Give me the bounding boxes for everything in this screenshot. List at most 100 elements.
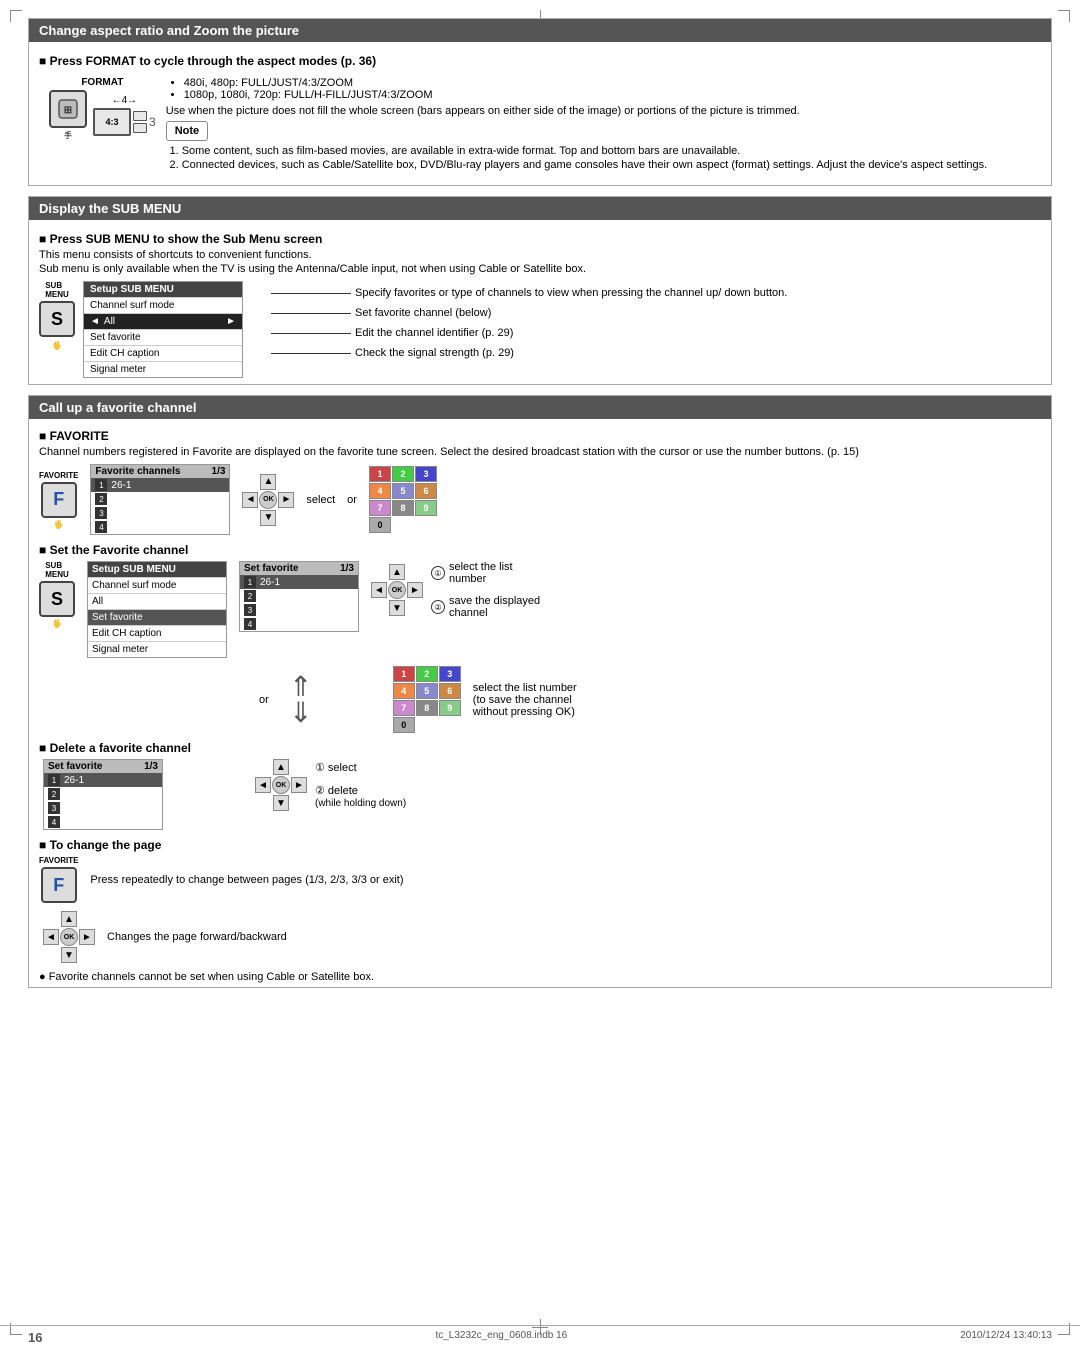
num-8[interactable]: 8 bbox=[392, 500, 414, 516]
menu-table: Setup SUB MENU Channel surf mode ◄ All ►… bbox=[83, 281, 243, 378]
dpad-down[interactable]: ▼ bbox=[260, 510, 276, 526]
aspect-section-header: Change aspect ratio and Zoom the picture bbox=[29, 19, 1051, 42]
set-fav-row-surf: Channel surf mode bbox=[88, 577, 226, 593]
submenu-title: Display the SUB MENU bbox=[39, 201, 181, 216]
set-fav-sub-label: SUBMENU bbox=[45, 561, 69, 579]
delete-fav-screen: Set favorite 1/3 1 26-1 2 3 bbox=[43, 759, 163, 830]
change-dpad-right[interactable]: ► bbox=[79, 929, 95, 945]
note-box: Note bbox=[166, 121, 208, 141]
set-fav-dpad-left[interactable]: ◄ bbox=[371, 582, 387, 598]
set-fav-val-1: 26-1 bbox=[260, 577, 280, 588]
aspect-content: FORMAT ⊞ 手 bbox=[39, 71, 1041, 179]
numpad-row3: 7 8 9 bbox=[369, 500, 437, 516]
submenu-section: Display the SUB MENU Press SUB MENU to s… bbox=[28, 196, 1052, 385]
menu-row-all: ◄ All ► bbox=[84, 313, 242, 329]
tv-screen-small-2 bbox=[133, 123, 147, 133]
footer-date: 2010/12/24 13:40:13 bbox=[960, 1330, 1052, 1345]
num2-7[interactable]: 7 bbox=[393, 700, 415, 716]
delete-dpad-left[interactable]: ◄ bbox=[255, 777, 271, 793]
set-fav-dpad-right[interactable]: ► bbox=[407, 582, 423, 598]
change-dpad-left[interactable]: ◄ bbox=[43, 929, 59, 945]
set-fav-screen-row-2: 2 bbox=[240, 589, 358, 603]
sub-label: SUBMENU bbox=[45, 281, 69, 299]
aspect-bullets: 480i, 480p: FULL/JUST/4:3/ZOOM 1080p, 10… bbox=[166, 77, 1031, 101]
num2-3[interactable]: 3 bbox=[439, 666, 461, 682]
set-fav-screen: Set favorite 1/3 1 26-1 2 3 bbox=[239, 561, 359, 632]
delete-row-3: 3 bbox=[44, 801, 162, 815]
change-page-desc: Press repeatedly to change between pages… bbox=[90, 874, 403, 886]
set-fav-num-4: 4 bbox=[244, 618, 256, 630]
change-page-title: ■ To change the page bbox=[39, 838, 1041, 852]
fav-diagram-row: FAVORITE F 🖐 Favorite channels 1/3 1 26-… bbox=[39, 464, 1041, 535]
delete-row-1: 1 26-1 bbox=[44, 773, 162, 787]
num-7[interactable]: 7 bbox=[369, 500, 391, 516]
set-fav-dpad-ok[interactable]: OK bbox=[388, 581, 406, 599]
num2-5[interactable]: 5 bbox=[416, 683, 438, 699]
delete-dpad-down[interactable]: ▼ bbox=[273, 795, 289, 811]
delete-num-4: 4 bbox=[48, 816, 60, 828]
num-6[interactable]: 6 bbox=[415, 483, 437, 499]
dpad-fav: ▲ ▼ ◄ ► OK bbox=[242, 474, 294, 526]
dpad-right[interactable]: ► bbox=[278, 492, 294, 508]
num-9[interactable]: 9 bbox=[415, 500, 437, 516]
delete-step-1-text: ① select bbox=[315, 761, 357, 774]
change-dpad-ok[interactable]: OK bbox=[60, 928, 78, 946]
fav-ch-row-2: 2 bbox=[91, 492, 229, 506]
set-fav-dpad-up[interactable]: ▲ bbox=[389, 564, 405, 580]
num2-8[interactable]: 8 bbox=[416, 700, 438, 716]
menu-table-container: Setup SUB MENU Channel surf mode ◄ All ►… bbox=[83, 281, 263, 378]
page: Change aspect ratio and Zoom the picture… bbox=[0, 0, 1080, 1353]
fav-desc: Channel numbers registered in Favorite a… bbox=[39, 446, 1041, 458]
num2-0[interactable]: 0 bbox=[393, 717, 415, 733]
fav-screen-page: 1/3 bbox=[212, 466, 226, 477]
format-remote-label: 手 bbox=[64, 130, 72, 141]
submenu-inner: Press SUB MENU to show the Sub Menu scre… bbox=[29, 226, 1051, 384]
set-fav-row: SUBMENU S 🖐 Setup SUB MENU Channel surf … bbox=[39, 561, 1041, 658]
menu-arrow-left: ◄ bbox=[90, 316, 100, 327]
screen-label: 4:3 bbox=[105, 117, 118, 127]
fav-ch-num-1: 1 bbox=[95, 479, 107, 491]
num2-1[interactable]: 1 bbox=[393, 666, 415, 682]
favorite-content: ■ FAVORITE Channel numbers registered in… bbox=[29, 425, 1051, 987]
svg-text:⊞: ⊞ bbox=[64, 105, 72, 116]
delete-dpad-ok[interactable]: OK bbox=[272, 776, 290, 794]
num-5[interactable]: 5 bbox=[392, 483, 414, 499]
num-4[interactable]: 4 bbox=[369, 483, 391, 499]
numpad-row1: 1 2 3 bbox=[369, 466, 437, 482]
set-fav-dpad: ▲ ▼ ◄ ► OK bbox=[371, 564, 423, 616]
num-2[interactable]: 2 bbox=[392, 466, 414, 482]
num-3[interactable]: 3 bbox=[415, 466, 437, 482]
submenu-content: SUBMENU S 🖐 Setup SUB MENU Channel surf … bbox=[39, 281, 1041, 378]
menu-row-setfav: Set favorite bbox=[84, 329, 242, 345]
set-fav-step-1: ① select the listnumber bbox=[431, 561, 540, 585]
num2-2[interactable]: 2 bbox=[416, 666, 438, 682]
bullet-note: Favorite channels cannot be set when usi… bbox=[39, 971, 1041, 983]
num2-6[interactable]: 6 bbox=[439, 683, 461, 699]
set-fav-dpad-down[interactable]: ▼ bbox=[389, 600, 405, 616]
menu-desc-3: Edit the channel identifier (p. 29) bbox=[271, 327, 1041, 339]
numpad-fav: 1 2 3 4 5 6 7 8 9 0 bbox=[369, 466, 437, 533]
note-1: Some content, such as film-based movies,… bbox=[182, 145, 1031, 157]
num-0[interactable]: 0 bbox=[369, 517, 391, 533]
set-fav-step-1-text: select the listnumber bbox=[449, 561, 513, 585]
change-dpad-down[interactable]: ▼ bbox=[61, 947, 77, 963]
delete-num-3: 3 bbox=[48, 802, 60, 814]
select-label: select bbox=[306, 494, 335, 506]
fav-remote-col: FAVORITE F 🖐 bbox=[39, 471, 78, 529]
delete-val-1: 26-1 bbox=[64, 775, 84, 786]
favorite-header: Call up a favorite channel bbox=[29, 396, 1051, 419]
num2-9[interactable]: 9 bbox=[439, 700, 461, 716]
aspect-title: Change aspect ratio and Zoom the picture bbox=[39, 23, 299, 38]
delete-dpad-up[interactable]: ▲ bbox=[273, 759, 289, 775]
dpad-left[interactable]: ◄ bbox=[242, 492, 258, 508]
num2-4[interactable]: 4 bbox=[393, 683, 415, 699]
favorite-section: Call up a favorite channel ■ FAVORITE Ch… bbox=[28, 395, 1052, 988]
dpad-up[interactable]: ▲ bbox=[260, 474, 276, 490]
submenu-diagram: SUBMENU S 🖐 Setup SUB MENU Channel surf … bbox=[39, 281, 263, 378]
num-1[interactable]: 1 bbox=[369, 466, 391, 482]
delete-dpad-right[interactable]: ► bbox=[291, 777, 307, 793]
change-dpad-up[interactable]: ▲ bbox=[61, 911, 77, 927]
set-fav-submenu: Setup SUB MENU Channel surf mode All Set… bbox=[87, 561, 227, 658]
dpad-ok[interactable]: OK bbox=[259, 491, 277, 509]
submenu-header: Display the SUB MENU bbox=[29, 197, 1051, 220]
